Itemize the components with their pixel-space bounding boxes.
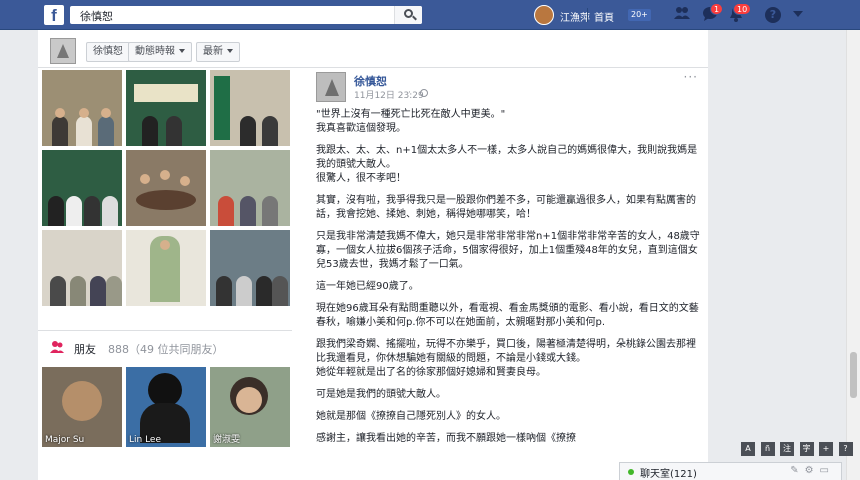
- photo-thumbnail[interactable]: [126, 70, 206, 146]
- friend-tile[interactable]: Lin Lee: [126, 367, 206, 447]
- tab-timeline[interactable]: 動態時報: [128, 42, 192, 62]
- friends-card: 朋友 888（49 位共同朋友） Major Su Lin Lee 謝淑雯: [38, 330, 292, 480]
- post-paragraph: 其實，沒有啦，我爭得我只是一股跟你們差不多，可能還贏過很多人，如果有點厲害的話，…: [316, 195, 696, 220]
- messages-badge: 1: [710, 3, 724, 15]
- home-link[interactable]: 首頁: [594, 9, 614, 24]
- photo-thumbnail[interactable]: [126, 150, 206, 226]
- post-paragraph: "世界上沒有一種死亡比死在敵人中更美。" 我真喜歡這個發現。: [316, 109, 506, 134]
- friend-tile[interactable]: 謝淑雯: [210, 367, 290, 447]
- scrollbar-thumb[interactable]: [850, 352, 857, 398]
- profile-subnav: 徐慎恕 動態時報 最新: [38, 30, 708, 68]
- notifications-badge: 10: [733, 3, 752, 15]
- post-paragraph: 只是我非常清楚我媽不偉大，她只是非常非常非常n+1個非常非常辛苦的女人，48歲守…: [316, 231, 700, 270]
- post-paragraph: 她就是那個《撩撩自己隱死別人》的女人。: [316, 411, 506, 422]
- search-button[interactable]: [394, 6, 422, 24]
- ime-tool-button[interactable]: ñ: [760, 442, 775, 456]
- profile-avatar[interactable]: [50, 38, 76, 64]
- search-input-value[interactable]: 徐慎恕: [80, 8, 113, 24]
- privacy-globe-icon[interactable]: [420, 89, 428, 97]
- account-menu-caret-icon[interactable]: [793, 11, 803, 17]
- ime-tool-button[interactable]: +: [819, 442, 833, 456]
- post-paragraph: 我跟太、太、太、n+1個太太多人不一樣，太多人說自己的媽媽很偉大，我則說我媽是我…: [316, 145, 698, 184]
- chat-label[interactable]: 聊天室(121): [640, 465, 697, 480]
- ime-tool-button[interactable]: A: [741, 442, 755, 456]
- photo-thumbnail[interactable]: [42, 150, 122, 226]
- post-paragraph: 感謝主，讓我看出她的辛苦，而我不願跟她一樣吶個《撩撩: [316, 433, 576, 444]
- user-name-link[interactable]: 江漁萍: [560, 9, 590, 24]
- friends-title[interactable]: 朋友: [74, 341, 96, 357]
- post-paragraph: 現在她96歲耳朵有點問重聽以外，看電視、看金馬獎頒的電影、看小說，看日文的文藝春…: [316, 303, 699, 328]
- tab-latest[interactable]: 最新: [196, 42, 240, 62]
- help-icon[interactable]: ?: [765, 7, 781, 23]
- photo-thumbnail[interactable]: [126, 230, 206, 306]
- chat-options-icon[interactable]: ✎⚙▭: [790, 465, 835, 476]
- chevron-down-icon: [179, 49, 185, 53]
- friends-count: 888（49 位共同朋友）: [108, 343, 224, 356]
- home-count-badge: 20+: [628, 9, 651, 21]
- ime-tool-button[interactable]: 注: [780, 442, 794, 456]
- post-body: "世界上沒有一種死亡比死在敵人中更美。" 我真喜歡這個發現。 我跟太、太、太、n…: [316, 108, 700, 454]
- friend-requests-icon[interactable]: [673, 6, 691, 24]
- ime-toolbar: A ñ 注 字 + ?: [741, 441, 855, 456]
- ime-tool-button[interactable]: 字: [799, 442, 814, 456]
- friend-name: Lin Lee: [129, 435, 162, 445]
- user-avatar[interactable]: [534, 5, 554, 25]
- facebook-logo[interactable]: f: [44, 5, 64, 25]
- post-meta-separator: ·: [408, 88, 411, 98]
- chevron-down-icon: [227, 49, 233, 53]
- post-paragraph: 跟我們梁奇嫻、搖擺啦，玩得不亦樂乎，買口後，陽著極清楚得明，朵桃錄公園去那裡比我…: [316, 339, 696, 378]
- photo-thumbnail[interactable]: [42, 70, 122, 146]
- photo-thumbnail[interactable]: [210, 230, 290, 306]
- tab-profile-name[interactable]: 徐慎恕: [86, 42, 130, 62]
- post-author-name[interactable]: 徐慎恕: [354, 73, 387, 89]
- ime-tool-button[interactable]: ?: [838, 442, 853, 456]
- search-input[interactable]: 徐慎恕: [70, 6, 422, 24]
- post-options-icon[interactable]: ···: [684, 70, 698, 84]
- online-status-icon: [628, 469, 634, 475]
- friends-icon: [50, 341, 64, 353]
- photo-thumbnail[interactable]: [42, 230, 122, 306]
- post-card: 徐慎恕 11月12日 23:29 · ··· "世界上沒有一種死亡比死在敵人中更…: [304, 68, 708, 480]
- photo-thumbnail[interactable]: [210, 70, 290, 146]
- photos-card: [38, 68, 292, 318]
- post-timestamp[interactable]: 11月12日 23:29: [354, 88, 424, 101]
- chat-sidebar-toggle[interactable]: 聊天室(121) ✎⚙▭: [619, 462, 842, 480]
- friend-tile[interactable]: Major Su: [42, 367, 122, 447]
- friend-name: Major Su: [45, 435, 85, 445]
- page-scrollbar[interactable]: [846, 30, 860, 480]
- friend-name: 謝淑雯: [213, 435, 241, 445]
- post-paragraph: 可是她是我們的頭號大敵人。: [316, 389, 446, 400]
- post-paragraph: 這一年她已經90歲了。: [316, 281, 419, 292]
- photo-thumbnail[interactable]: [210, 150, 290, 226]
- nav-divider: [587, 8, 588, 22]
- post-author-avatar[interactable]: [316, 72, 346, 102]
- top-navigation-bar: f 徐慎恕 江漁萍 首頁 20+ 1 10 ?: [0, 0, 860, 30]
